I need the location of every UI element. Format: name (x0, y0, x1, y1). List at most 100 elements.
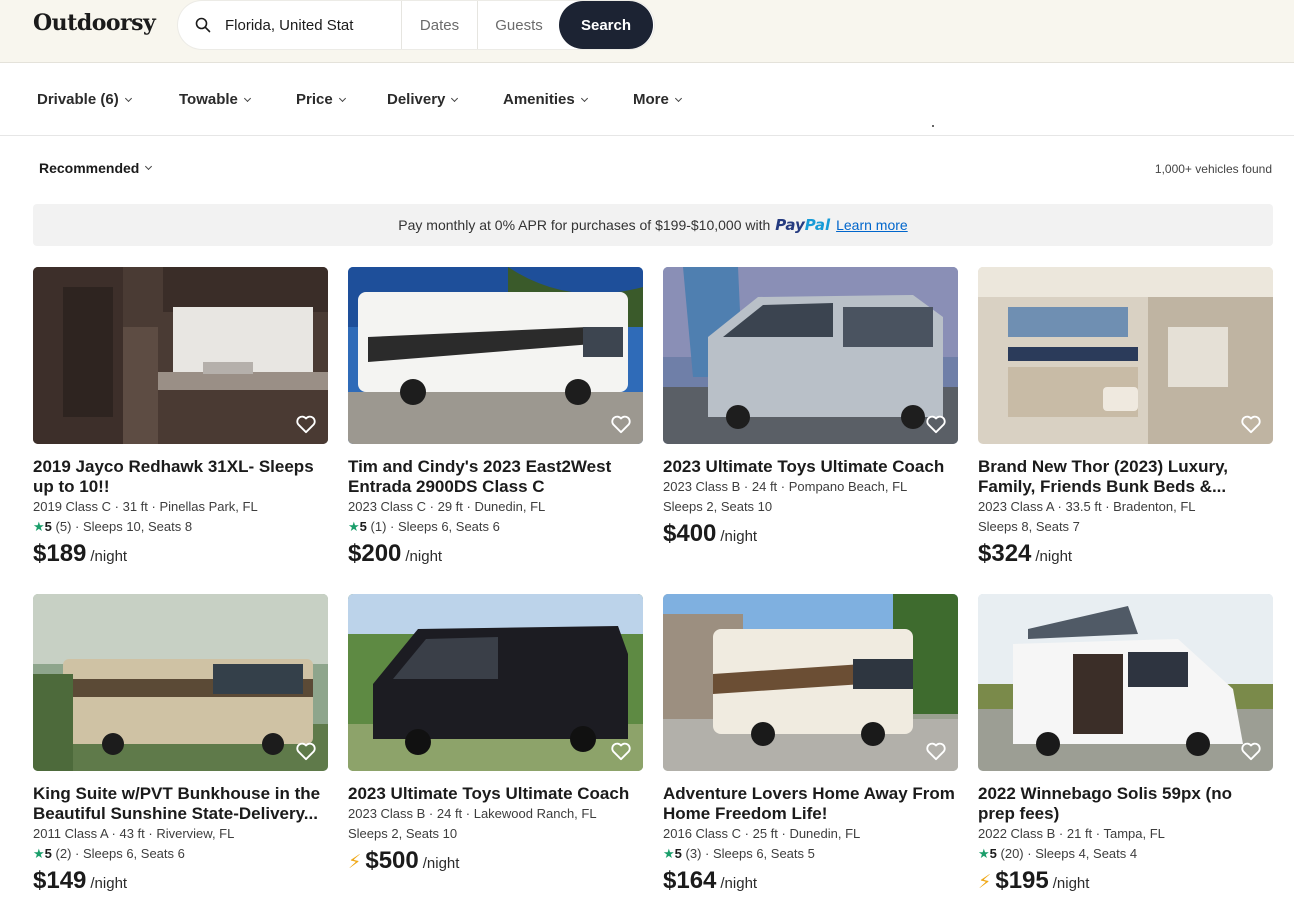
heart-icon[interactable] (925, 414, 947, 434)
listing-card[interactable]: Adventure Lovers Home Away From Home Fre… (663, 594, 958, 895)
listing-card[interactable]: Brand New Thor (2023) Luxury, Family, Fr… (978, 267, 1273, 568)
chevron-down-icon (243, 94, 251, 102)
outdoorsy-logo[interactable]: Outdoorsy (33, 10, 156, 36)
search-bar: Dates Guests Search (178, 1, 654, 49)
listing-photo[interactable] (33, 594, 328, 771)
sleeps-info: Sleeps 2, Seats 10 (348, 826, 458, 841)
heart-icon[interactable] (610, 741, 632, 761)
guests-label: Guests (495, 16, 543, 34)
location-field[interactable] (178, 1, 402, 49)
price: $500 (365, 847, 419, 874)
sleeps-info: Sleeps 6, Seats 6 (82, 846, 185, 861)
listing-card[interactable]: 2022 Winnebago Solis 59px (no prep fees)… (978, 594, 1273, 895)
chevron-down-icon (451, 94, 459, 102)
listing-photo[interactable] (663, 267, 958, 444)
sleeps-info: Sleeps 10, Seats 8 (82, 519, 193, 534)
listing-title[interactable]: 2019 Jayco Redhawk 31XL- Sleeps up to 10… (33, 457, 328, 497)
listing-title[interactable]: King Suite w/PVT Bunkhouse in the Beauti… (33, 784, 328, 824)
listing-photo[interactable] (348, 594, 643, 771)
filter-drivable[interactable]: Drivable (6) (37, 91, 132, 108)
heart-icon[interactable] (295, 741, 317, 761)
price-line: $164/night (663, 867, 958, 895)
filter-label: Delivery (387, 91, 446, 108)
paypal-logo-pay: Pay (775, 216, 805, 234)
price: $324 (978, 540, 1032, 567)
price-unit: /night (405, 548, 443, 565)
paypal-logo: PayPal (775, 216, 830, 234)
filter-label: Drivable (6) (37, 91, 119, 108)
rv-interior-kitchen-image (33, 267, 328, 444)
class-a-motorhome-image (33, 594, 328, 771)
dates-field[interactable]: Dates (402, 1, 478, 49)
price-unit: /night (1052, 875, 1090, 892)
filter-label: More (633, 91, 669, 108)
price-unit: /night (422, 855, 460, 872)
listing-title[interactable]: Adventure Lovers Home Away From Home Fre… (663, 784, 958, 824)
rv-bunk-interior-image (978, 267, 1273, 444)
filter-amenities[interactable]: Amenities (503, 91, 588, 108)
price: $195 (995, 867, 1049, 894)
listing-photo[interactable] (348, 267, 643, 444)
filter-delivery[interactable]: Delivery (387, 91, 459, 108)
search-button[interactable]: Search (559, 1, 653, 49)
listing-title[interactable]: Tim and Cindy's 2023 East2West Entrada 2… (348, 457, 643, 497)
listing-title[interactable]: 2022 Winnebago Solis 59px (no prep fees) (978, 784, 1273, 824)
listing-photo[interactable] (978, 267, 1273, 444)
price-line: ⚡ $195/night (978, 867, 1273, 895)
price-unit: /night (90, 875, 128, 892)
review-count: (1) (370, 519, 387, 534)
logo-text: Outdoorsy (33, 10, 156, 36)
rating-line: ★5 (1) · Sleeps 6, Seats 6 (348, 519, 500, 534)
listing-card[interactable]: 2019 Jayco Redhawk 31XL- Sleeps up to 10… (33, 267, 328, 568)
price-line: $324/night (978, 540, 1273, 568)
learn-more-link[interactable]: Learn more (836, 217, 908, 233)
sort-dropdown[interactable]: Recommended (39, 160, 153, 176)
listing-title[interactable]: Brand New Thor (2023) Luxury, Family, Fr… (978, 457, 1273, 497)
sleeps-info: Sleeps 2, Seats 10 (663, 499, 773, 514)
filter-bar: Drivable (6) Towable Price Delivery Amen… (0, 63, 1294, 136)
filter-towable[interactable]: Towable (179, 91, 251, 108)
chevron-down-icon (124, 94, 132, 102)
heart-icon[interactable] (610, 414, 632, 434)
listing-title[interactable]: 2023 Ultimate Toys Ultimate Coach (663, 457, 958, 477)
review-count: (2) (55, 846, 72, 861)
search-icon (195, 17, 211, 33)
dates-label: Dates (419, 16, 460, 34)
rating-value: 5 (989, 846, 997, 861)
rating-line: ★5 (3) · Sleeps 6, Seats 5 (663, 846, 815, 861)
chevron-down-icon (338, 94, 346, 102)
listing-card[interactable]: 2023 Ultimate Toys Ultimate Coach 2023 C… (663, 267, 958, 548)
listing-meta: 2016 Class C · 25 ft · Dunedin, FL (663, 826, 861, 841)
divider-dot (932, 125, 934, 127)
chevron-down-icon (145, 162, 153, 171)
chevron-down-icon (674, 94, 682, 102)
review-count: (5) (55, 519, 72, 534)
heart-icon[interactable] (1240, 414, 1262, 434)
heart-icon[interactable] (295, 414, 317, 434)
filter-more[interactable]: More (633, 91, 682, 108)
heart-icon[interactable] (1240, 741, 1262, 761)
price-line: $400/night (663, 520, 958, 548)
star-icon: ★ (978, 846, 990, 861)
listing-photo[interactable] (33, 267, 328, 444)
listing-card[interactable]: 2023 Ultimate Toys Ultimate Coach 2023 C… (348, 594, 643, 875)
listing-photo[interactable] (663, 594, 958, 771)
price: $400 (663, 520, 717, 547)
sort-label: Recommended (39, 160, 140, 176)
review-count: (3) (685, 846, 702, 861)
rating-value: 5 (359, 519, 367, 534)
location-input[interactable] (225, 16, 375, 34)
listing-card[interactable]: Tim and Cindy's 2023 East2West Entrada 2… (348, 267, 643, 568)
guests-field[interactable]: Guests (478, 1, 560, 49)
listing-title[interactable]: 2023 Ultimate Toys Ultimate Coach (348, 784, 643, 804)
price-line: $200/night (348, 540, 643, 568)
rating-value: 5 (674, 846, 682, 861)
listing-photo[interactable] (978, 594, 1273, 771)
price: $164 (663, 867, 717, 894)
sleeps-info: Sleeps 4, Seats 4 (1035, 846, 1138, 861)
listing-meta: 2023 Class B · 24 ft · Lakewood Ranch, F… (348, 806, 597, 821)
sleeps-info: Sleeps 6, Seats 5 (712, 846, 815, 861)
heart-icon[interactable] (925, 741, 947, 761)
filter-price[interactable]: Price (296, 91, 346, 108)
listing-card[interactable]: King Suite w/PVT Bunkhouse in the Beauti… (33, 594, 328, 895)
